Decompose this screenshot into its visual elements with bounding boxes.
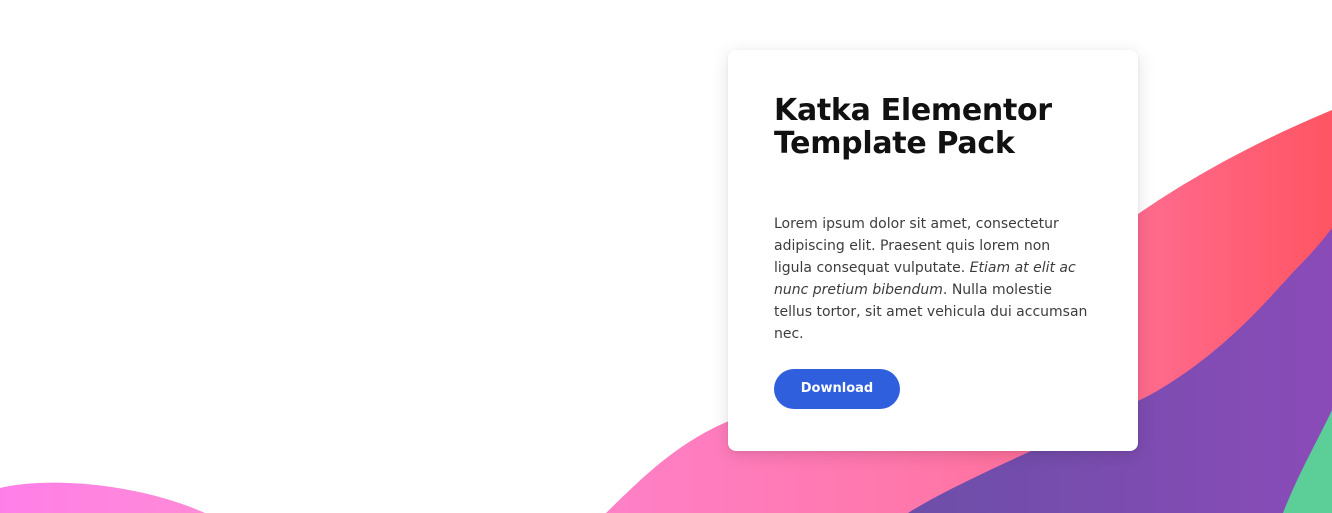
wave-magenta-bottom-left bbox=[0, 482, 205, 513]
card-title-line-2: Template Pack bbox=[774, 126, 1015, 161]
promo-card: Katka Elementor Template Pack Lorem ipsum… bbox=[728, 50, 1138, 451]
card-description: Lorem ipsum dolor sit amet, consectetur … bbox=[774, 213, 1092, 345]
hero-section: Katka Elementor Template Pack Lorem ipsum… bbox=[0, 0, 1332, 513]
card-title: Katka Elementor Template Pack bbox=[774, 94, 1092, 160]
download-button[interactable]: Download bbox=[774, 369, 900, 409]
card-title-line-1: Katka Elementor bbox=[774, 93, 1052, 128]
